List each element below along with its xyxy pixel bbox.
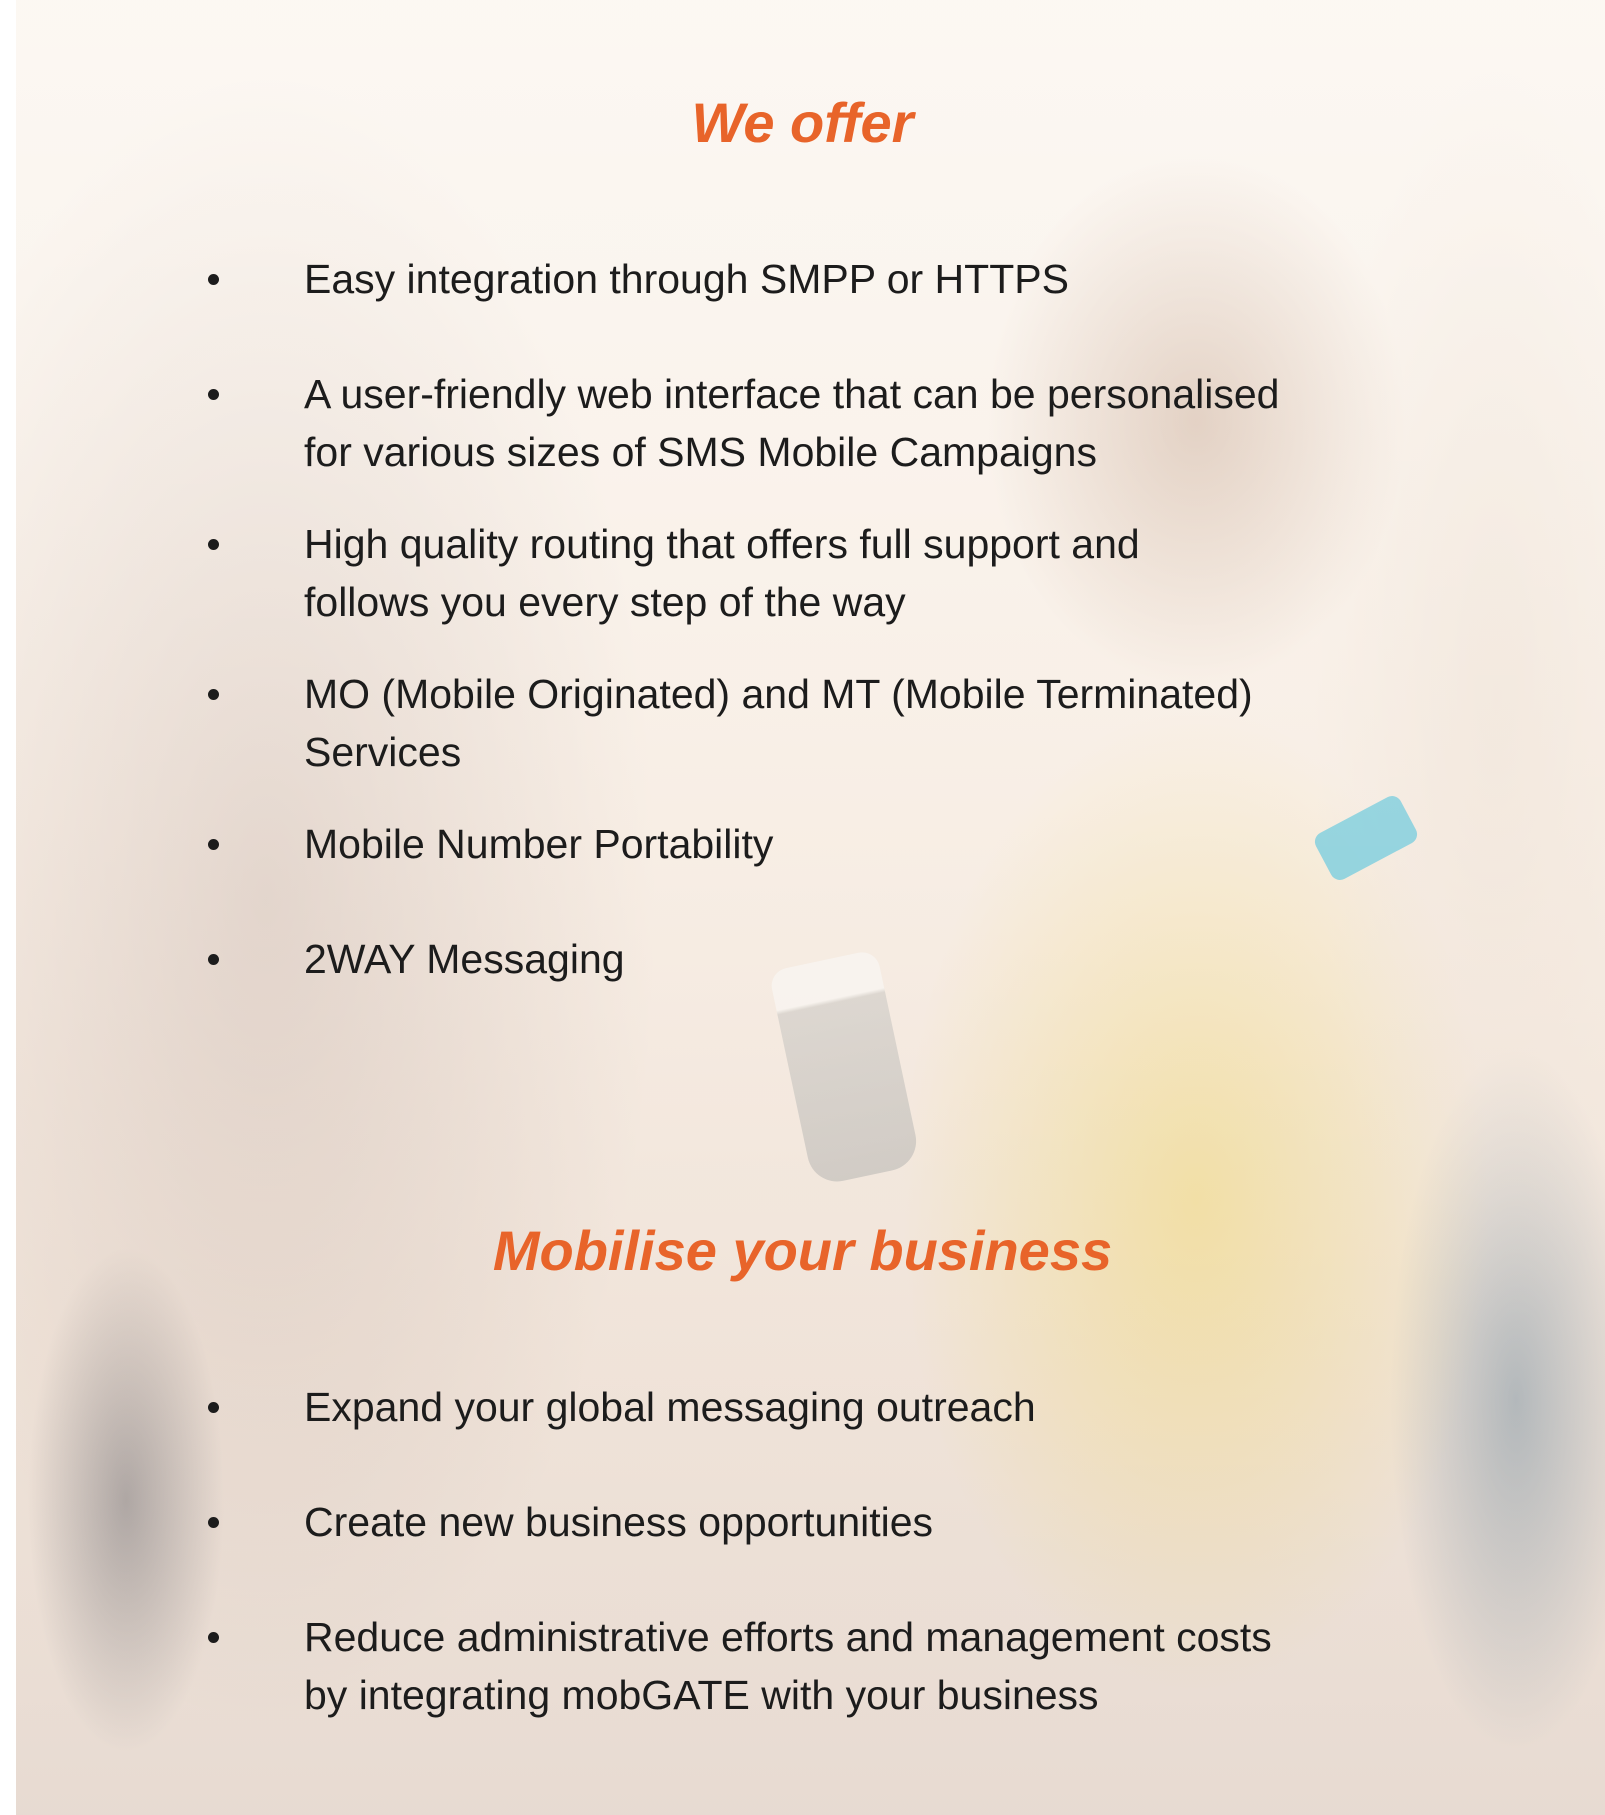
list-item-text: Services: [304, 729, 462, 775]
list-item-text: MO (Mobile Originated) and MT (Mobile Te…: [304, 671, 1253, 717]
list-item-text: for various sizes of SMS Mobile Campaign…: [304, 429, 1097, 475]
heading-mobilise-your-business: Mobilise your business: [492, 1219, 1113, 1282]
list-item: A user-friendly web interface that can b…: [200, 365, 1420, 481]
offer-list: Easy integration through SMPP or HTTPS A…: [200, 250, 1420, 988]
list-item-text: Create new business opportunities: [304, 1499, 934, 1545]
list-item: High quality routing that offers full su…: [200, 515, 1420, 631]
list-item-text: Easy integration through SMPP or HTTPS: [304, 256, 1069, 302]
list-item-text: Mobile Number Portability: [304, 821, 774, 867]
bullet-icon: [208, 1402, 219, 1413]
list-item-text: Expand your global messaging outreach: [304, 1384, 1036, 1430]
page-margin: [0, 0, 16, 1815]
content: We offer Easy integration through SMPP o…: [0, 0, 1605, 1815]
bullet-icon: [208, 539, 219, 550]
heading-we-offer: We offer: [691, 91, 914, 154]
list-item-text: follows you every step of the way: [304, 579, 906, 625]
list-item: MO (Mobile Originated) and MT (Mobile Te…: [200, 665, 1420, 781]
bullet-icon: [208, 274, 219, 285]
list-item: Mobile Number Portability: [200, 815, 1420, 873]
list-item-text: 2WAY Messaging: [304, 936, 625, 982]
list-item: Create new business opportunities: [200, 1493, 1420, 1551]
bullet-icon: [208, 839, 219, 850]
bullet-icon: [208, 1632, 219, 1643]
list-item: Easy integration through SMPP or HTTPS: [200, 250, 1420, 308]
bullet-icon: [208, 689, 219, 700]
bullet-icon: [208, 1517, 219, 1528]
bullet-icon: [208, 389, 219, 400]
list-item: Reduce administrative efforts and manage…: [200, 1608, 1420, 1724]
list-item-text: A user-friendly web interface that can b…: [304, 371, 1280, 417]
list-item: Expand your global messaging outreach: [200, 1378, 1420, 1436]
list-item-text: by integrating mobGATE with your busines…: [304, 1672, 1099, 1718]
bullet-icon: [208, 954, 219, 965]
list-item-text: High quality routing that offers full su…: [304, 521, 1140, 567]
list-item: 2WAY Messaging: [200, 930, 1420, 988]
mobilise-list: Expand your global messaging outreach Cr…: [200, 1378, 1420, 1724]
list-item-text: Reduce administrative efforts and manage…: [304, 1614, 1272, 1660]
page: We offer Easy integration through SMPP o…: [0, 0, 1605, 1815]
